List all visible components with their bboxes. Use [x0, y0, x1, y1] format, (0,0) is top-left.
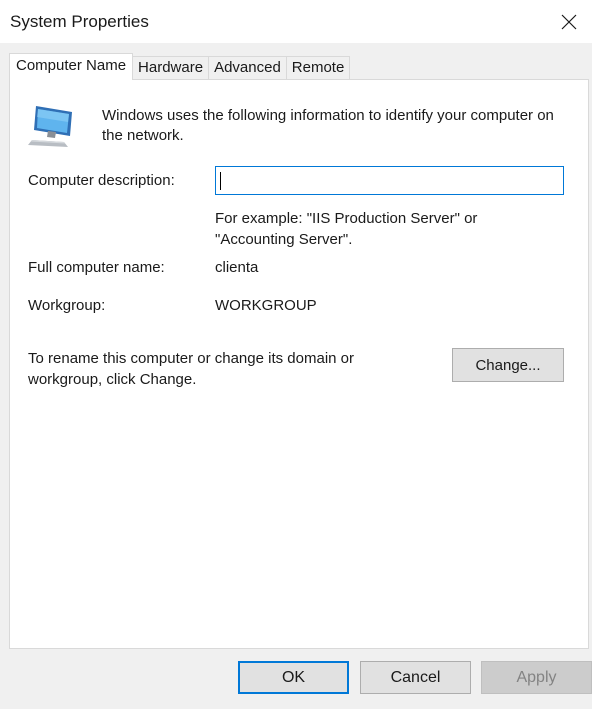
workgroup-value: WORKGROUP	[215, 297, 317, 314]
tab-advanced[interactable]: Advanced	[208, 56, 287, 80]
computer-description-input[interactable]	[215, 166, 564, 195]
text-caret	[220, 172, 221, 190]
rename-instructions: To rename this computer or change its do…	[28, 350, 354, 388]
description-example-text: For example: "IIS Production Server" or …	[215, 210, 478, 248]
intro-text: Windows uses the following information t…	[102, 107, 554, 144]
ok-button[interactable]: OK	[238, 661, 349, 694]
title-bar: System Properties	[0, 0, 592, 43]
close-icon	[561, 14, 577, 29]
full-computer-name-value: clienta	[215, 259, 259, 276]
full-computer-name-label: Full computer name:	[28, 259, 165, 276]
tab-remote[interactable]: Remote	[285, 56, 351, 80]
change-button[interactable]: Change...	[452, 348, 564, 382]
close-button[interactable]	[546, 0, 592, 43]
system-properties-dialog: System Properties Computer Name Hardware…	[0, 0, 592, 709]
tab-strip: Computer Name Hardware Advanced Remote	[9, 53, 351, 80]
tab-hardware[interactable]: Hardware	[132, 56, 210, 80]
workgroup-label: Workgroup:	[28, 297, 106, 314]
computer-name-panel: Windows uses the following information t…	[9, 79, 589, 649]
tab-computer-name[interactable]: Computer Name	[9, 53, 134, 80]
apply-button[interactable]: Apply	[481, 661, 592, 694]
computer-description-label: Computer description:	[28, 172, 175, 189]
cancel-button[interactable]: Cancel	[360, 661, 471, 694]
computer-monitor-icon	[28, 106, 72, 147]
window-title: System Properties	[10, 12, 149, 31]
